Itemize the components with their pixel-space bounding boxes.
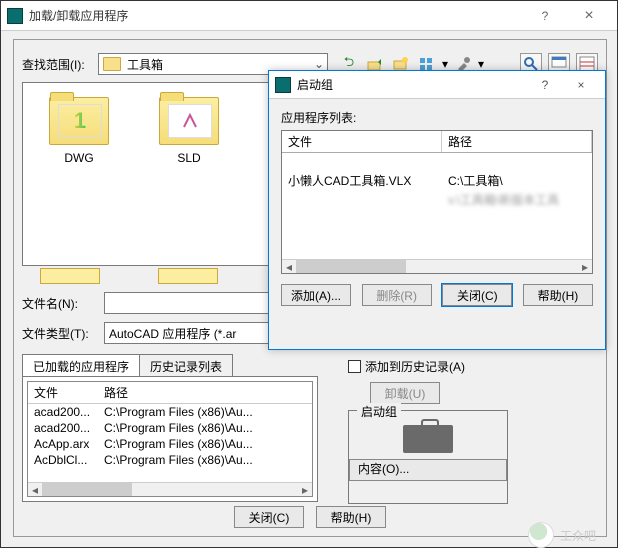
table-row[interactable]: acad200...C:\Program Files (x86)\Au... bbox=[28, 404, 312, 420]
horizontal-scrollbar[interactable]: ◂ ▸ bbox=[282, 259, 592, 273]
add-button[interactable]: 添加(A)... bbox=[281, 284, 351, 306]
window-title: 启动组 bbox=[297, 76, 527, 93]
help-button[interactable]: 帮助(H) bbox=[523, 284, 593, 306]
lookin-label: 查找范围(I): bbox=[22, 56, 92, 73]
help-window-button[interactable]: ? bbox=[523, 5, 567, 27]
column-headers: 文件 路径 bbox=[28, 382, 312, 404]
tab-loaded[interactable]: 已加载的应用程序 bbox=[22, 354, 140, 378]
close-button[interactable]: 关闭(C) bbox=[442, 284, 512, 306]
table-row[interactable]: v.\工具箱\新版本工具 bbox=[282, 190, 592, 209]
folder-label: SLD bbox=[153, 151, 225, 165]
scroll-left-icon[interactable]: ◂ bbox=[28, 483, 42, 497]
filetype-value: AutoCAD 应用程序 (*.ar bbox=[109, 325, 236, 342]
table-row[interactable]: AcDblCl...C:\Program Files (x86)\Au... bbox=[28, 452, 312, 468]
filetype-label: 文件类型(T): bbox=[22, 325, 94, 342]
loaded-apps-list[interactable]: 文件 路径 acad200...C:\Program Files (x86)\A… bbox=[27, 381, 313, 497]
scroll-right-icon[interactable]: ▸ bbox=[578, 260, 592, 273]
loaded-apps-panel: 文件 路径 acad200...C:\Program Files (x86)\A… bbox=[22, 376, 318, 502]
chevron-down-icon: ⌄ bbox=[311, 57, 327, 71]
dialog-buttons: 添加(A)... 删除(R) 关闭(C) 帮助(H) bbox=[281, 284, 593, 306]
checkbox[interactable] bbox=[348, 360, 361, 373]
startup-group-label: 启动组 bbox=[357, 403, 401, 420]
remove-button[interactable]: 删除(R) bbox=[362, 284, 432, 306]
scroll-left-icon[interactable]: ◂ bbox=[282, 260, 296, 273]
dialog-body: 应用程序列表: 文件 路径 小懒人CAD工具箱.VLXC:\工具箱\ v.\工具… bbox=[269, 99, 605, 316]
briefcase-icon bbox=[403, 425, 453, 453]
help-window-button[interactable]: ? bbox=[527, 78, 563, 92]
app-icon bbox=[275, 77, 291, 93]
scroll-thumb[interactable] bbox=[296, 260, 406, 273]
titlebar: 启动组 ? × bbox=[269, 71, 605, 99]
list-label: 应用程序列表: bbox=[281, 109, 593, 126]
folder-icon[interactable] bbox=[40, 268, 100, 284]
watermark-icon bbox=[528, 522, 554, 548]
help-button[interactable]: 帮助(H) bbox=[316, 506, 386, 528]
folder-thumb-icon bbox=[168, 104, 212, 138]
startup-group-dialog: 启动组 ? × 应用程序列表: 文件 路径 小懒人CAD工具箱.VLXC:\工具… bbox=[268, 70, 606, 350]
add-to-history[interactable]: 添加到历史记录(A) bbox=[348, 358, 465, 375]
close-window-button[interactable]: × bbox=[567, 5, 611, 27]
window-title: 加载/卸载应用程序 bbox=[29, 7, 523, 24]
col-path[interactable]: 路径 bbox=[442, 131, 592, 152]
filetype-row: 文件类型(T): AutoCAD 应用程序 (*.ar ⌄ bbox=[22, 322, 304, 344]
col-file[interactable]: 文件 bbox=[282, 131, 442, 152]
tab-history[interactable]: 历史记录列表 bbox=[139, 354, 233, 378]
table-row[interactable]: 小懒人CAD工具箱.VLXC:\工具箱\ bbox=[282, 171, 592, 190]
filename-label: 文件名(N): bbox=[22, 295, 94, 312]
close-button[interactable]: 关闭(C) bbox=[234, 506, 304, 528]
watermark: 工众吧 bbox=[528, 522, 596, 548]
filename-row: 文件名(N): bbox=[22, 292, 304, 314]
app-list[interactable]: 文件 路径 小懒人CAD工具箱.VLXC:\工具箱\ v.\工具箱\新版本工具 … bbox=[281, 130, 593, 274]
add-history-label: 添加到历史记录(A) bbox=[365, 358, 465, 375]
horizontal-scrollbar[interactable]: ◂ ▸ bbox=[28, 482, 312, 496]
tools-dropdown-icon[interactable]: ▾ bbox=[478, 57, 484, 71]
col-path[interactable]: 路径 bbox=[98, 382, 312, 403]
views-dropdown-icon[interactable]: ▾ bbox=[442, 57, 448, 71]
folder-item-sld[interactable]: SLD bbox=[153, 97, 225, 165]
contents-button[interactable]: 内容(O)... bbox=[349, 459, 507, 481]
load-unload-buttons: 卸载(U) bbox=[370, 382, 440, 404]
folder-icon bbox=[103, 57, 121, 71]
folder-item-dwg[interactable]: 1 DWG bbox=[43, 97, 115, 165]
table-row[interactable]: AcApp.arxC:\Program Files (x86)\Au... bbox=[28, 436, 312, 452]
scroll-thumb[interactable] bbox=[42, 483, 132, 496]
startup-group-panel: 启动组 内容(O)... bbox=[348, 410, 508, 504]
table-row[interactable]: acad200...C:\Program Files (x86)\Au... bbox=[28, 420, 312, 436]
folder-label: DWG bbox=[43, 151, 115, 165]
close-window-button[interactable]: × bbox=[563, 78, 599, 92]
titlebar: 加载/卸载应用程序 ? × bbox=[1, 1, 617, 31]
table-row[interactable] bbox=[282, 153, 592, 155]
dialog-buttons: 关闭(C) 帮助(H) bbox=[14, 506, 606, 528]
scroll-right-icon[interactable]: ▸ bbox=[298, 483, 312, 497]
app-icon bbox=[7, 8, 23, 24]
col-file[interactable]: 文件 bbox=[28, 382, 98, 403]
table-row[interactable] bbox=[282, 155, 592, 171]
watermark-text: 工众吧 bbox=[560, 527, 596, 544]
folder-icon[interactable] bbox=[158, 268, 218, 284]
loaded-tabs: 已加载的应用程序 历史记录列表 bbox=[22, 354, 318, 378]
unload-button[interactable]: 卸载(U) bbox=[370, 382, 440, 404]
folder-thumb-icon: 1 bbox=[58, 104, 102, 138]
column-headers: 文件 路径 bbox=[282, 131, 592, 153]
